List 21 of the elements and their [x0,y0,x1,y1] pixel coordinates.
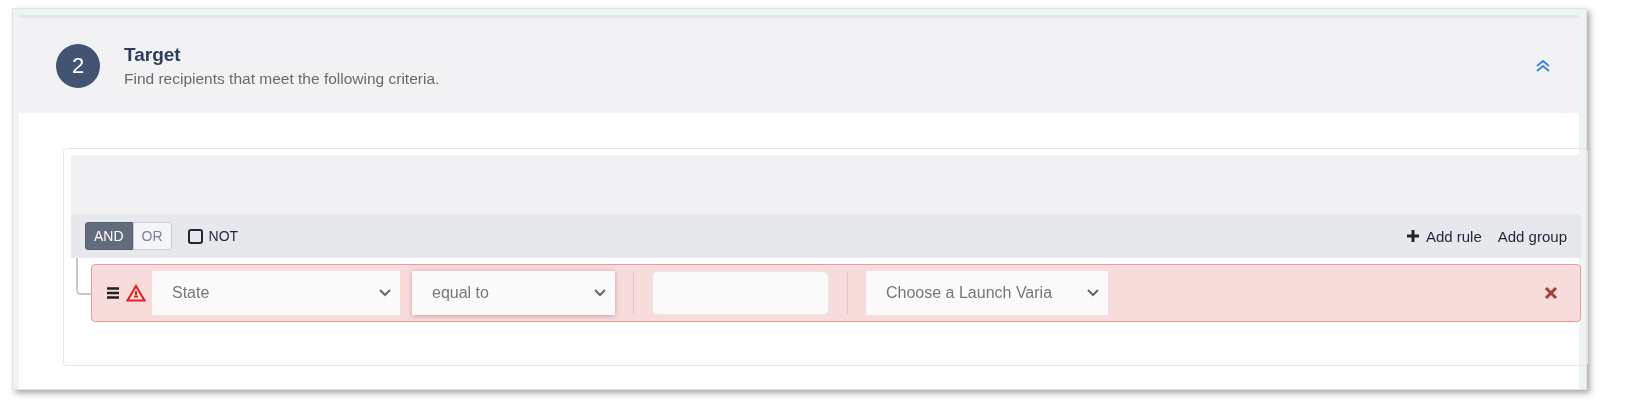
not-checkbox[interactable] [187,228,203,244]
step-number: 2 [56,43,100,88]
warning-icon [126,284,146,302]
condition-toggle[interactable]: OR [132,222,172,250]
plus-icon [1405,229,1420,243]
collapse-icon[interactable] [1535,58,1551,73]
drag-handle-icon[interactable] [106,286,120,300]
section-title: Target [124,43,182,66]
chevron-down-icon [378,288,392,298]
add-rule-button[interactable]: Add rule [1405,227,1482,245]
not-label: NOT [208,228,239,244]
chevron-down-icon [1086,288,1100,298]
add-group-button[interactable]: Add group [1497,227,1567,245]
section-subtitle: Find recipients that meet the following criteria. [124,69,441,88]
value-input[interactable] [652,271,829,315]
chevron-down-icon [593,288,607,298]
field-select[interactable]: State [152,271,400,315]
operator-select[interactable]: equal to [412,271,615,315]
delete-icon[interactable] [1544,286,1558,300]
condition-toggle[interactable]: AND [85,222,133,250]
variable-select[interactable]: Choose a Launch Varia [866,271,1108,315]
